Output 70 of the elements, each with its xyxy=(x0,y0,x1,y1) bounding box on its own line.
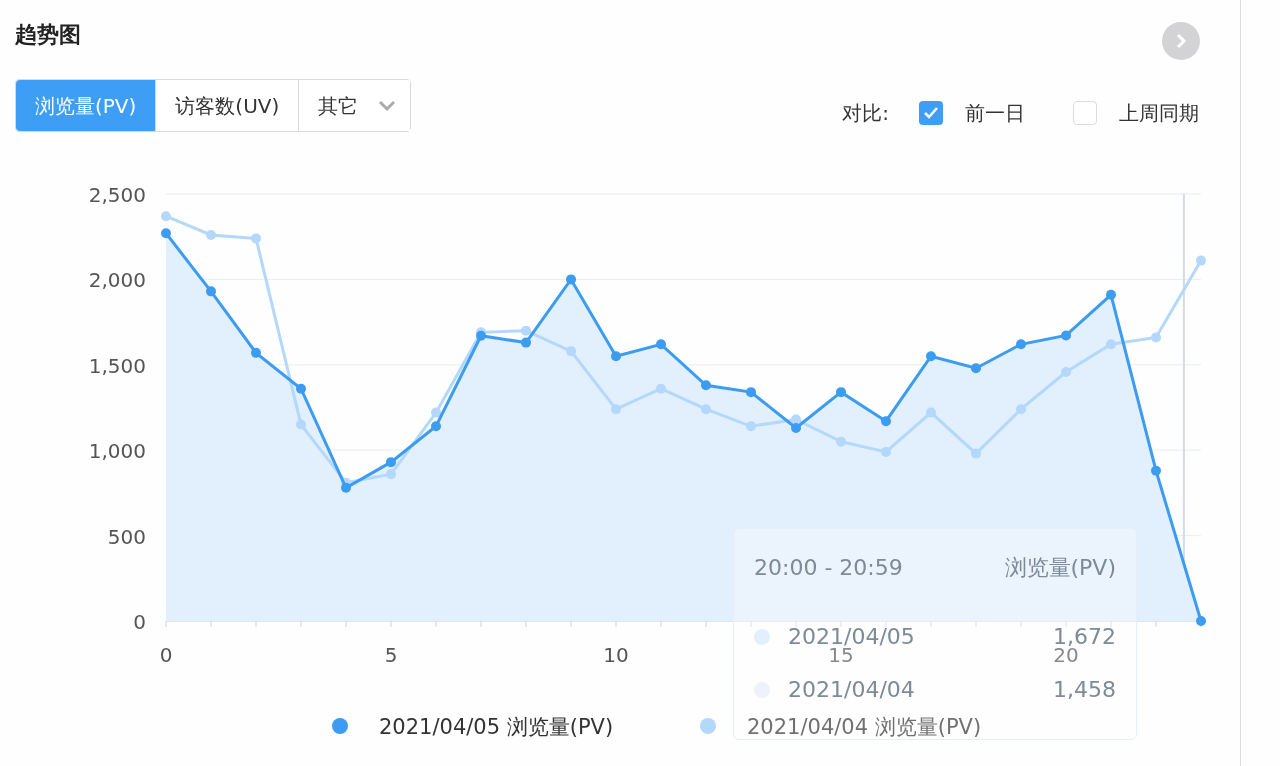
y-axis-label: 1,500 xyxy=(88,353,146,378)
data-point xyxy=(881,416,891,427)
legend-label: 2021/04/04 浏览量(PV) xyxy=(747,715,982,739)
data-point xyxy=(296,383,306,394)
dropdown-tab[interactable]: 其它 xyxy=(298,80,411,131)
tooltip-time: 20:00 - 20:59 xyxy=(754,554,903,582)
data-point xyxy=(1016,404,1026,415)
data-point xyxy=(791,414,801,425)
data-point xyxy=(1106,289,1116,300)
data-point xyxy=(971,448,981,459)
data-point xyxy=(1106,339,1116,350)
tooltip-date: 2021/04/04 xyxy=(788,676,916,704)
tooltip-value: 1,458 xyxy=(1053,676,1116,704)
data-point xyxy=(566,274,576,285)
chevron-right-icon xyxy=(1174,33,1188,49)
checkbox-label: 上周同期 xyxy=(1119,100,1199,127)
y-axis-label: 500 xyxy=(107,524,146,549)
data-point xyxy=(881,446,891,457)
x-axis-label: 10 xyxy=(603,643,629,667)
data-point xyxy=(161,211,171,222)
compare-label: 对比: xyxy=(842,100,889,127)
data-point xyxy=(1061,366,1071,377)
next-button[interactable] xyxy=(1162,22,1200,60)
data-point xyxy=(926,407,936,418)
data-point xyxy=(1196,616,1206,626)
data-point xyxy=(656,339,666,350)
data-point xyxy=(971,363,981,374)
data-point xyxy=(701,404,711,415)
data-point xyxy=(1151,465,1161,476)
y-axis-label: 0 xyxy=(133,610,146,634)
data-point xyxy=(251,233,261,244)
y-axis-label: 2,500 xyxy=(88,183,146,207)
data-point xyxy=(386,457,396,468)
tooltip-metric: 浏览量(PV) xyxy=(1004,554,1116,582)
data-point xyxy=(566,346,576,357)
data-point xyxy=(431,407,441,418)
data-point xyxy=(1196,255,1206,266)
chevron-down-icon xyxy=(378,99,397,112)
data-point xyxy=(701,380,711,391)
data-point xyxy=(836,387,846,398)
x-axis-label: 0 xyxy=(159,643,173,667)
data-point xyxy=(161,228,171,239)
data-point xyxy=(251,347,261,358)
data-point xyxy=(206,230,216,240)
data-point xyxy=(611,404,621,415)
y-axis-label: 2,000 xyxy=(88,268,146,293)
data-point xyxy=(836,436,846,447)
data-point xyxy=(746,421,756,432)
data-point xyxy=(1151,332,1161,343)
data-point xyxy=(611,351,621,362)
checkmark-icon xyxy=(923,106,939,120)
x-axis-label: 5 xyxy=(384,643,398,667)
data-point xyxy=(521,337,531,348)
data-point xyxy=(656,383,666,394)
data-point xyxy=(386,469,396,480)
checkbox[interactable] xyxy=(919,101,943,125)
panel-title: 趋势图 xyxy=(15,21,81,49)
legend-label: 2021/04/05 浏览量(PV) xyxy=(379,715,614,739)
data-point xyxy=(926,351,936,362)
data-point xyxy=(791,423,801,433)
data-point xyxy=(521,325,531,336)
checkbox[interactable] xyxy=(1073,101,1097,125)
data-point xyxy=(1016,339,1026,350)
y-axis-label: 1,000 xyxy=(88,439,146,464)
data-point xyxy=(296,419,306,430)
checkbox-label: 前一日 xyxy=(965,100,1025,127)
data-point xyxy=(746,387,756,398)
data-point xyxy=(206,286,216,297)
data-point xyxy=(431,421,441,432)
data-point xyxy=(1061,330,1071,341)
